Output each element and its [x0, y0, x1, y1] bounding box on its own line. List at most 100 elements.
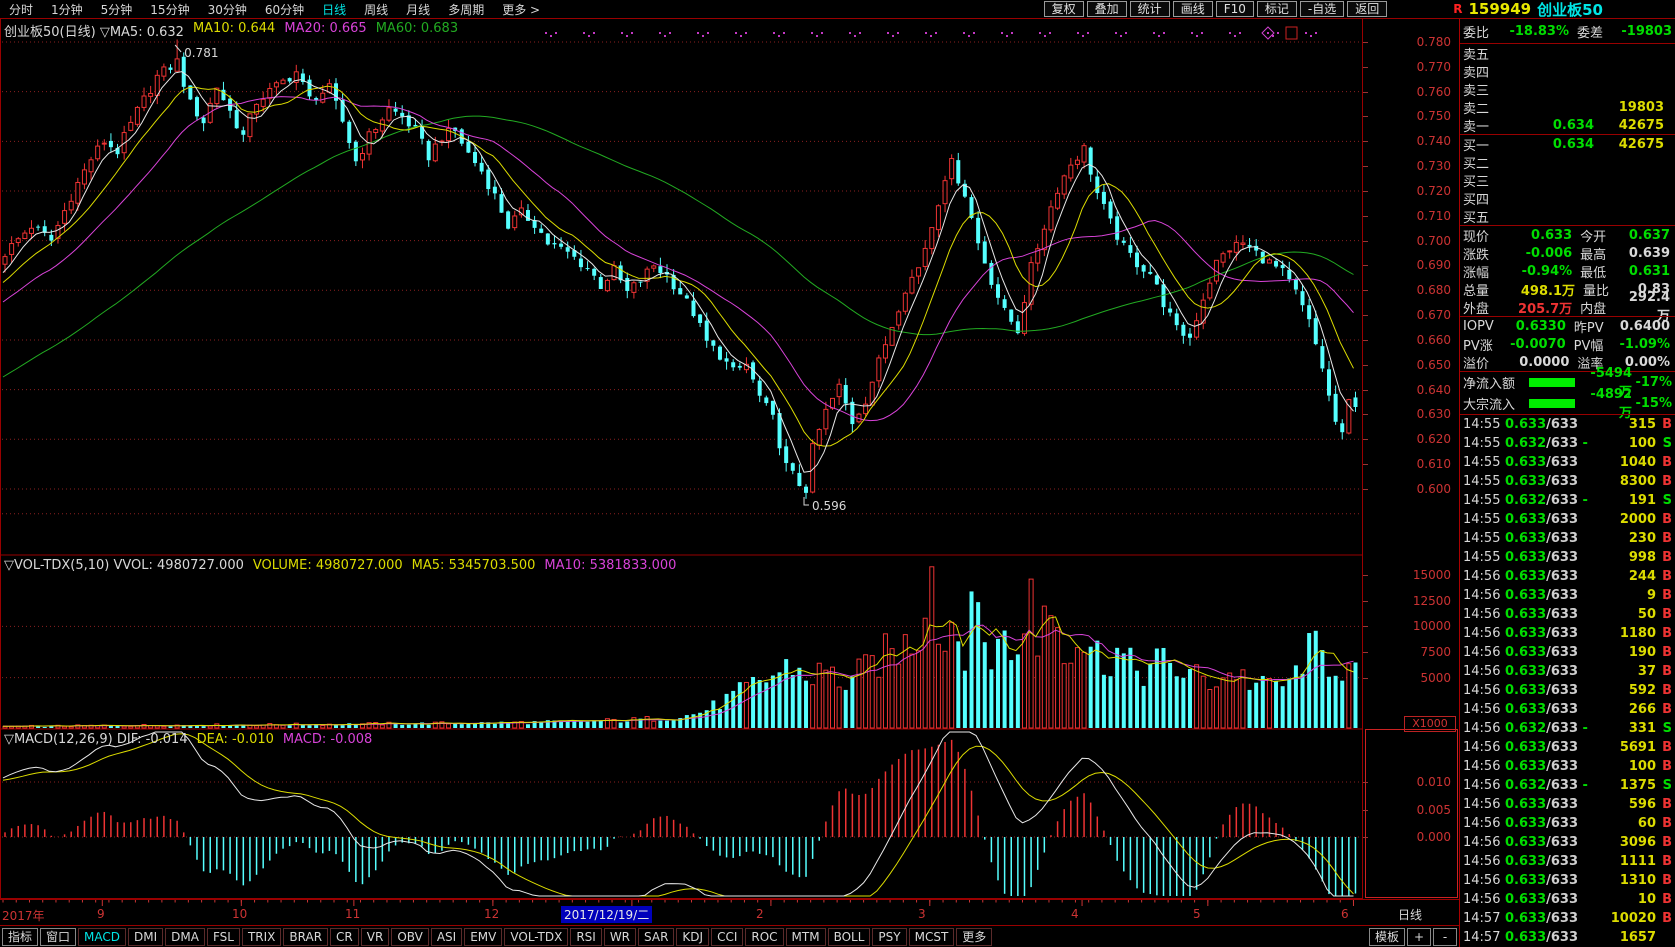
period-tab-月线[interactable]: 月线: [397, 1, 439, 18]
indicator-tab-MACD[interactable]: MACD: [78, 928, 126, 946]
indicator-tab-BRAR[interactable]: BRAR: [283, 928, 328, 946]
bid-row[interactable]: 买一0.63442675: [1460, 135, 1675, 153]
stock-identity: R 159949 创业板50: [1453, 0, 1603, 20]
weibi-row: 委比-18.83%委差-19803: [1460, 19, 1675, 43]
indicator-tab-EMV[interactable]: EMV: [464, 928, 502, 946]
toolbar-button-指标[interactable]: 指标: [2, 928, 38, 946]
period-tab-更多 >[interactable]: 更多 >: [493, 1, 549, 18]
ask-row[interactable]: 卖三: [1460, 80, 1675, 98]
indicator-tab-FSL[interactable]: FSL: [207, 928, 240, 946]
indicator-tab-RSI[interactable]: RSI: [570, 928, 602, 946]
indicator-tab-MCST[interactable]: MCST: [909, 928, 955, 946]
tool-button-F10[interactable]: F10: [1216, 1, 1254, 17]
price-axis-label: 0.700: [1381, 235, 1451, 248]
svg-text:0.596: 0.596: [812, 499, 846, 513]
x-axis-label: 2: [756, 907, 764, 921]
indicator-tab-DMI[interactable]: DMI: [128, 928, 163, 946]
axis-tick: [1363, 191, 1368, 192]
price-axis-label: 0.750: [1381, 110, 1451, 123]
trading-terminal: 分时1分钟5分钟15分钟30分钟60分钟日线周线月线多周期更多 > 复权叠加统计…: [0, 0, 1675, 947]
period-tabs: 分时1分钟5分钟15分钟30分钟60分钟日线周线月线多周期更多 >: [0, 1, 549, 18]
indicator-tab-BOLL[interactable]: BOLL: [828, 928, 871, 946]
x-axis-label: 5: [1193, 907, 1201, 921]
x-axis-label: 12: [484, 907, 499, 921]
ask-row[interactable]: 卖四: [1460, 62, 1675, 80]
period-tab-分时[interactable]: 分时: [0, 1, 42, 18]
tick-list[interactable]: 14:550.633/633315B14:550.632/633 -100S14…: [1460, 415, 1675, 947]
period-tab-5分钟[interactable]: 5分钟: [92, 1, 142, 18]
axis-tick: [1363, 575, 1368, 576]
tool-button--自选[interactable]: -自选: [1300, 1, 1344, 17]
period-tab-15分钟[interactable]: 15分钟: [141, 1, 198, 18]
period-tab-周线[interactable]: 周线: [355, 1, 397, 18]
indicator-tab-KDJ[interactable]: KDJ: [676, 928, 709, 946]
tool-button-返回[interactable]: 返回: [1347, 1, 1387, 17]
tick-row: 14:560.633/6331310B: [1460, 871, 1675, 890]
price-axis-label: 0.650: [1381, 359, 1451, 372]
tool-button-叠加[interactable]: 叠加: [1087, 1, 1127, 17]
period-tab-日线[interactable]: 日线: [313, 1, 355, 18]
toolbar-button-窗口[interactable]: 窗口: [40, 928, 76, 946]
toolbar-button--[interactable]: -: [1433, 928, 1457, 946]
period-tab-30分钟[interactable]: 30分钟: [199, 1, 256, 18]
bid-row[interactable]: 买四: [1460, 189, 1675, 207]
market-flag: R: [1453, 2, 1462, 16]
axis-tick: [1363, 810, 1368, 811]
axis-tick: [1363, 626, 1368, 627]
period-tab-1分钟[interactable]: 1分钟: [42, 1, 92, 18]
price-axis-label: 0.740: [1381, 135, 1451, 148]
tool-button-统计[interactable]: 统计: [1130, 1, 1170, 17]
bid-row[interactable]: 买五: [1460, 207, 1675, 225]
price-axis-label: 0.670: [1381, 309, 1451, 322]
indicator-tab-VR[interactable]: VR: [361, 928, 390, 946]
axis-tick: [1363, 439, 1368, 440]
tool-button-标记[interactable]: 标记: [1257, 1, 1297, 17]
indicator-tab-CR[interactable]: CR: [330, 928, 359, 946]
axis-tick: [1363, 166, 1368, 167]
ask-row[interactable]: 卖五: [1460, 44, 1675, 62]
axis-tick: [1363, 92, 1368, 93]
price-axis-label: 0.780: [1381, 36, 1451, 49]
axis-tick: [1363, 141, 1368, 142]
indicator-tab-WR[interactable]: WR: [604, 928, 636, 946]
fund-flow-row: 大宗流入-4892万-15%: [1460, 393, 1675, 414]
indicator-tab-TRIX[interactable]: TRIX: [242, 928, 281, 946]
tool-button-复权[interactable]: 复权: [1044, 1, 1084, 17]
tick-row: 14:560.633/63350B: [1460, 605, 1675, 624]
tick-row: 14:560.633/633266B: [1460, 700, 1675, 719]
price-axis-label: 0.660: [1381, 334, 1451, 347]
macd-axis-label: 0.005: [1381, 804, 1451, 817]
stock-name: 创业板50: [1537, 0, 1603, 20]
indicator-tab-VOL-TDX[interactable]: VOL-TDX: [504, 928, 568, 946]
period-tab-60分钟[interactable]: 60分钟: [256, 1, 313, 18]
period-tab-多周期[interactable]: 多周期: [439, 1, 493, 18]
toolbar-button-+[interactable]: +: [1407, 928, 1431, 946]
toolbar-button-模板[interactable]: 模板: [1369, 928, 1405, 946]
tick-row: 14:560.633/633100B: [1460, 757, 1675, 776]
bid-row[interactable]: 买二: [1460, 153, 1675, 171]
price-axis-label: 0.690: [1381, 259, 1451, 272]
x-axis-label: 2017年: [2, 907, 45, 924]
tool-button-画线[interactable]: 画线: [1173, 1, 1213, 17]
indicator-tab-PSY[interactable]: PSY: [872, 928, 906, 946]
indicator-tab-DMA[interactable]: DMA: [165, 928, 205, 946]
price-chart[interactable]: 0.7810.596 创业板50(日线) ▽MA5: 0.632MA10: 0.…: [0, 19, 1362, 899]
ask-row[interactable]: 卖一0.63442675: [1460, 116, 1675, 134]
axis-tick: [1363, 489, 1368, 490]
indicator-tab-SAR[interactable]: SAR: [638, 928, 674, 946]
tick-row: 14:560.633/63360B: [1460, 814, 1675, 833]
tick-row: 14:550.633/6332000B: [1460, 510, 1675, 529]
bid-row[interactable]: 买三: [1460, 171, 1675, 189]
axis-tick: [1363, 340, 1368, 341]
stock-code: 159949: [1469, 0, 1532, 18]
ask-row[interactable]: 卖二19803: [1460, 98, 1675, 116]
price-axis-label: 0.600: [1381, 483, 1451, 496]
indicator-tab-CCI[interactable]: CCI: [711, 928, 743, 946]
indicator-tab-更多[interactable]: 更多: [956, 928, 992, 946]
tick-row: 14:560.633/6335691B: [1460, 738, 1675, 757]
indicator-tab-ASI[interactable]: ASI: [431, 928, 462, 946]
indicator-tab-ROC[interactable]: ROC: [745, 928, 783, 946]
indicator-tab-MTM[interactable]: MTM: [786, 928, 826, 946]
indicator-tab-OBV[interactable]: OBV: [391, 928, 429, 946]
tick-row: 14:560.633/633592B: [1460, 681, 1675, 700]
